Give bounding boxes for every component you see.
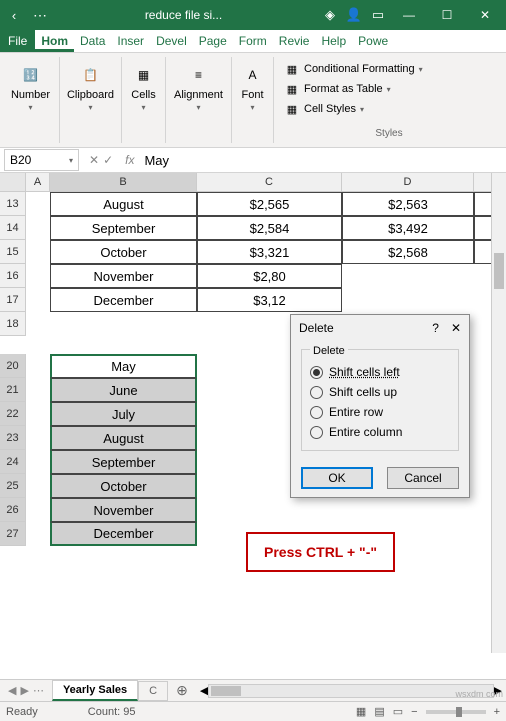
tab-file[interactable]: File [0,30,35,52]
styles-group-label: Styles [375,128,402,141]
close-button[interactable]: ✕ [469,0,501,30]
sheet-tab-other[interactable]: C [138,681,168,701]
font-icon: A [241,63,265,87]
title-bar: ‹ ⋯ reduce file si... ◈ 👤 ▭ — ☐ ✕ [0,0,506,30]
table-row: 16 November $2,80 [0,264,506,288]
window-title: reduce file si... [46,8,321,22]
table-icon: ▦ [284,81,300,97]
dialog-group-label: Delete [310,345,348,357]
view-normal-icon[interactable]: ▦ [356,705,366,718]
alignment-button[interactable]: ≡ Alignment ▾ [172,59,225,116]
col-header-C[interactable]: C [197,173,342,191]
watermark: wsxdm com [455,689,503,699]
tab-power[interactable]: Powe [352,30,394,52]
status-bar: Ready Count: 95 ▦ ▤ ▭ − + [0,701,506,721]
fx-icon[interactable]: fx [119,153,140,167]
font-button[interactable]: A Font ▾ [239,59,267,116]
ribbon-options-icon[interactable]: ▭ [369,6,387,24]
dialog-close-icon[interactable]: ✕ [451,321,461,335]
tab-developer[interactable]: Devel [150,30,193,52]
cells-icon: ▦ [131,63,155,87]
alignment-icon: ≡ [186,63,210,87]
view-pagebreak-icon[interactable]: ▭ [393,705,403,718]
radio-shift-left[interactable]: Shift cells left [310,362,450,382]
conditional-formatting-icon: ▦ [284,61,300,77]
sheet-nav-more-icon[interactable]: ⋯ [33,684,44,697]
formula-input[interactable] [140,153,506,168]
chevron-down-icon: ▾ [69,156,73,165]
number-format-button[interactable]: 🔢 Number ▾ [9,59,52,116]
cancel-formula-icon[interactable]: ✕ [89,153,99,167]
cell-styles-button[interactable]: ▦ Cell Styles▾ [280,99,498,119]
tab-data[interactable]: Data [74,30,111,52]
zoom-in-icon[interactable]: + [494,706,500,718]
enter-formula-icon[interactable]: ✓ [103,153,113,167]
user-icon[interactable]: 👤 [345,6,363,24]
status-count-value: 95 [123,706,135,718]
zoom-slider[interactable] [426,710,486,714]
col-header-D[interactable]: D [342,173,474,191]
ok-button[interactable]: OK [301,467,373,489]
status-ready: Ready [6,706,38,718]
cells-button[interactable]: ▦ Cells ▾ [129,59,157,116]
table-row: 13 August $2,565 $2,563 [0,192,506,216]
ribbon: 🔢 Number ▾ 📋 Clipboard ▾ ▦ Cells ▾ ≡ Ali… [0,53,506,148]
cancel-button[interactable]: Cancel [387,467,459,489]
table-row: 15 October $3,321 $2,568 [0,240,506,264]
quick-access-more-icon[interactable]: ⋯ [33,7,46,24]
maximize-button[interactable]: ☐ [431,0,463,30]
diamond-icon[interactable]: ◈ [321,6,339,24]
view-page-icon[interactable]: ▤ [374,705,384,718]
help-icon[interactable]: ? [432,321,439,335]
scroll-left-icon: ◀ [200,684,208,697]
sheet-nav-next-icon[interactable]: ▶ [20,684,28,697]
status-count-label: Count: [88,706,120,718]
dialog-title: Delete [299,321,334,335]
sheet-nav-prev-icon[interactable]: ◀ [8,684,16,697]
tab-page[interactable]: Page [193,30,233,52]
radio-entire-row[interactable]: Entire row [310,402,450,422]
table-row: 17 December $3,12 [0,288,506,312]
tab-formulas[interactable]: Form [233,30,273,52]
sheet-tab-bar: ◀ ▶ ⋯ Yearly Sales C ⊕ ◀ ▶ [0,679,506,701]
radio-entire-column[interactable]: Entire column [310,422,450,442]
ribbon-tabs: File Hom Data Inser Devel Page Form Revi… [0,30,506,53]
delete-dialog: Delete ? ✕ Delete Shift cells left Shift… [290,314,470,498]
format-as-table-button[interactable]: ▦ Format as Table▾ [280,79,498,99]
col-header-B[interactable]: B [50,173,197,191]
clipboard-icon: 📋 [79,63,103,87]
tab-help[interactable]: Help [315,30,352,52]
conditional-formatting-button[interactable]: ▦ Conditional Formatting▾ [280,59,498,79]
zoom-out-icon[interactable]: − [411,706,417,718]
table-row: 14 September $2,584 $3,492 [0,216,506,240]
col-header-A[interactable]: A [26,173,50,191]
tab-home[interactable]: Hom [35,30,74,52]
vertical-scrollbar[interactable] [491,173,506,653]
clipboard-button[interactable]: 📋 Clipboard ▾ [65,59,116,116]
radio-shift-up[interactable]: Shift cells up [310,382,450,402]
instruction-callout: Press CTRL + "-" [246,532,395,572]
select-all-corner[interactable] [0,173,26,191]
number-icon: 🔢 [19,63,43,87]
tab-review[interactable]: Revie [273,30,316,52]
tab-insert[interactable]: Inser [111,30,150,52]
sheet-tab-active[interactable]: Yearly Sales [52,680,138,701]
formula-bar: B20▾ ✕ ✓ fx [0,148,506,173]
name-box[interactable]: B20▾ [4,149,79,171]
chevron-left-icon[interactable]: ‹ [5,6,23,24]
cell-styles-icon: ▦ [284,101,300,117]
add-sheet-button[interactable]: ⊕ [168,682,196,699]
minimize-button[interactable]: — [393,0,425,30]
table-row: 26 November [0,498,506,522]
